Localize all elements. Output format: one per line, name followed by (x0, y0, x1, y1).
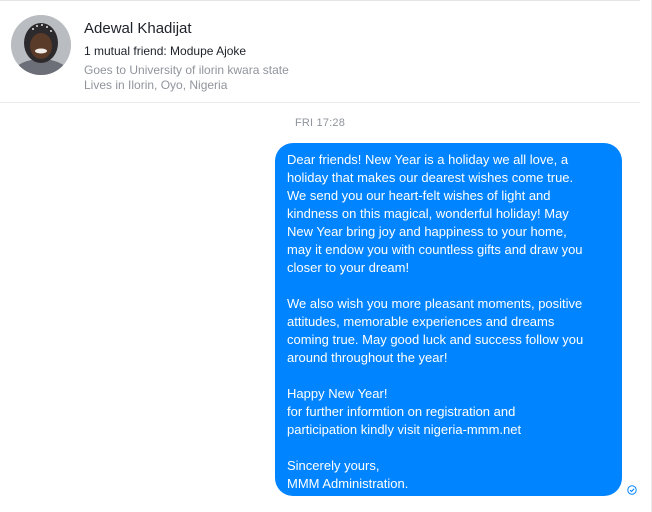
conversation-header: Adewal Khadijat 1 mutual friend: Modupe … (0, 1, 640, 103)
message-paragraph: Dear friends! New Year is a holiday we a… (287, 152, 583, 275)
contact-name[interactable]: Adewal Khadijat (84, 20, 192, 37)
message-timestamp: FRI 17:28 (294, 117, 346, 129)
sent-check-icon (627, 485, 637, 495)
message-bubble[interactable]: Dear friends! New Year is a holiday we a… (275, 143, 622, 496)
message-paragraph: We also wish you more pleasant moments, … (287, 296, 584, 365)
mutual-friends: 1 mutual friend: Modupe Ajoke (84, 44, 247, 58)
message-paragraph: Sincerely yours, MMM Administration. (287, 458, 409, 491)
profile-photo-icon (11, 15, 71, 75)
message-paragraph: Happy New Year! for further informtion o… (287, 386, 522, 437)
avatar[interactable] (11, 15, 71, 75)
location-info: Lives in Ilorin, Oyo, Nigeria (84, 78, 228, 92)
education-info: Goes to University of ilorin kwara state (84, 63, 289, 77)
